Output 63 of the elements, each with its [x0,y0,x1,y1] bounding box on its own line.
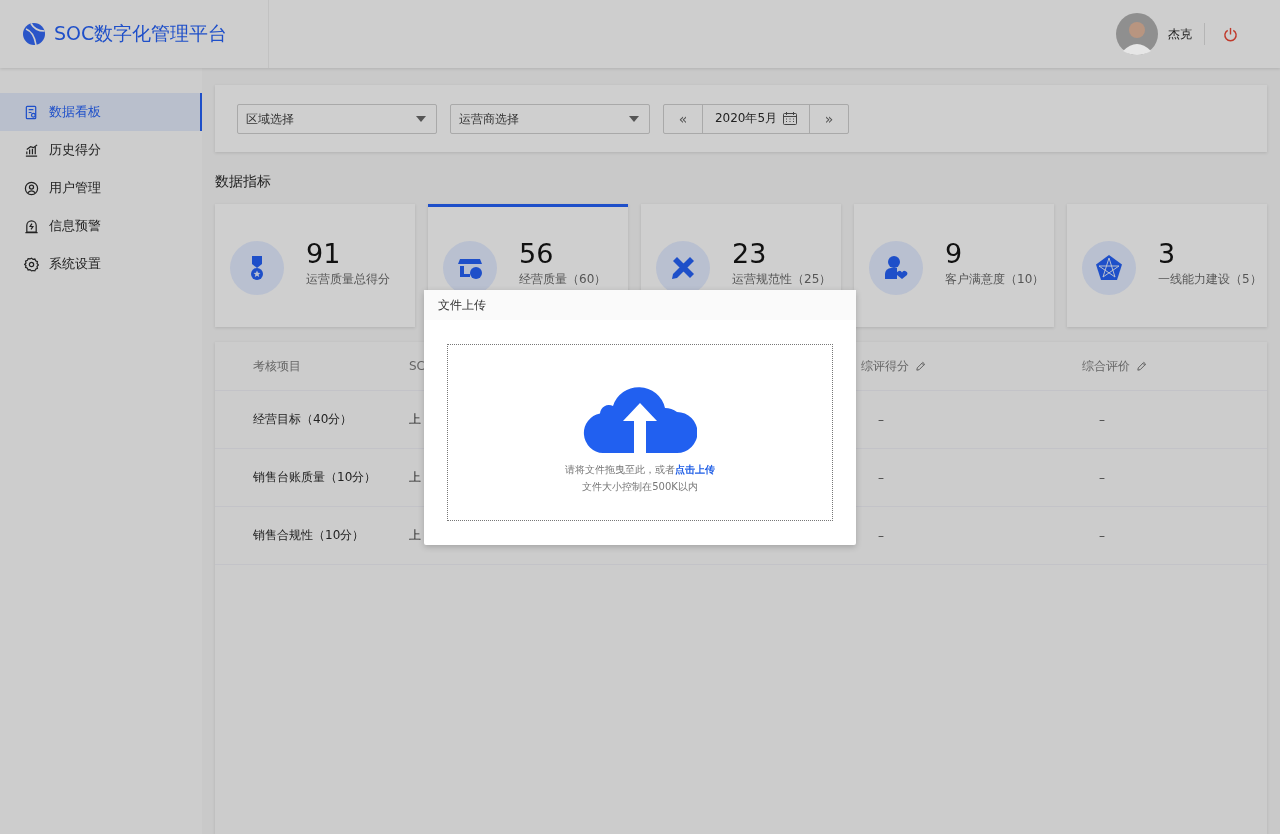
month-value: 2020年5月 [714,110,778,127]
caret-icon [629,115,639,122]
column-header: SC [409,359,425,373]
sidebar-item[interactable]: 信息预警 [0,207,202,245]
table-cell: – [878,412,884,427]
sidebar-item[interactable]: 系统设置 [0,245,202,283]
metric-value: 56 [519,238,555,269]
pencil-icon[interactable] [915,360,926,372]
upload-link[interactable]: 点击上传 [675,464,715,475]
column-header: 综合评价 [1082,357,1130,375]
metric-label: 运营规范性（25） [732,271,832,288]
sidebar-item[interactable]: 数据看板 [0,93,202,131]
metric-value: 9 [945,238,964,269]
upload-hint: 请将文件拖曳至此，或者 [565,464,675,475]
caret-icon [416,115,426,122]
table-cell: – [878,470,884,485]
size-limit-note: 文件大小控制在500K以内 [582,480,698,494]
user-name: 杰克 [1168,25,1192,43]
metric-label: 经营质量（60） [519,271,607,288]
table-cell: 上 [409,470,421,484]
column-header: 考核项目 [253,357,301,375]
drop-zone[interactable]: 请将文件拖曳至此，或者点击上传 文件大小控制在500K以内 [447,344,833,521]
bar-chart-icon [24,142,39,158]
table-cell: 经营目标（40分） [253,412,353,426]
month-picker[interactable]: 2020年5月 [702,104,810,133]
column-header: 综评得分 [861,357,909,375]
table-cell: – [1099,412,1105,427]
metric-label: 一线能力建设（5） [1158,271,1262,288]
metric-card[interactable]: 9 客户满意度（10） [854,204,1054,327]
table-cell: 销售台账质量（10分） [253,470,377,484]
previous-month-button[interactable]: « [664,104,702,133]
sidebar-item[interactable]: 用户管理 [0,169,202,207]
metric-label: 运营质量总得分 [306,271,390,288]
report-icon [24,104,39,120]
metric-value: 23 [732,238,768,269]
user-icon [24,180,39,196]
pencil-icon[interactable] [1136,360,1147,372]
table-cell: 销售合规性（10分） [253,528,365,542]
metric-card[interactable]: 91 运营质量总得分 [215,204,415,327]
dialog-title: 文件上传 [438,296,486,314]
section-title: 数据指标 [215,173,272,191]
sidebar-item[interactable]: 历史得分 [0,131,202,169]
metric-card[interactable]: 3 一线能力建设（5） [1067,204,1267,327]
operator-select[interactable]: 运营商选择 [450,103,650,134]
metric-value: 91 [306,238,342,269]
table-cell: 上 [409,528,421,542]
table-cell: – [1099,528,1105,543]
app-title: SOC数字化管理平台 [54,21,228,46]
ball-logo-icon [22,22,46,46]
table-cell: 上 [409,412,421,426]
settings-icon [24,256,39,272]
alarm-icon [24,218,39,234]
medal-icon [230,241,284,295]
customer-icon [869,241,923,295]
avatar[interactable] [1116,13,1158,55]
calendar-icon [783,112,798,125]
power-icon[interactable] [1223,26,1238,42]
table-cell: – [878,528,884,543]
metric-value: 3 [1158,238,1177,269]
table-cell: – [1099,470,1105,485]
next-month-button[interactable]: » [810,104,848,133]
region-select[interactable]: 区域选择 [237,103,437,134]
metric-label: 客户满意度（10） [945,271,1045,288]
